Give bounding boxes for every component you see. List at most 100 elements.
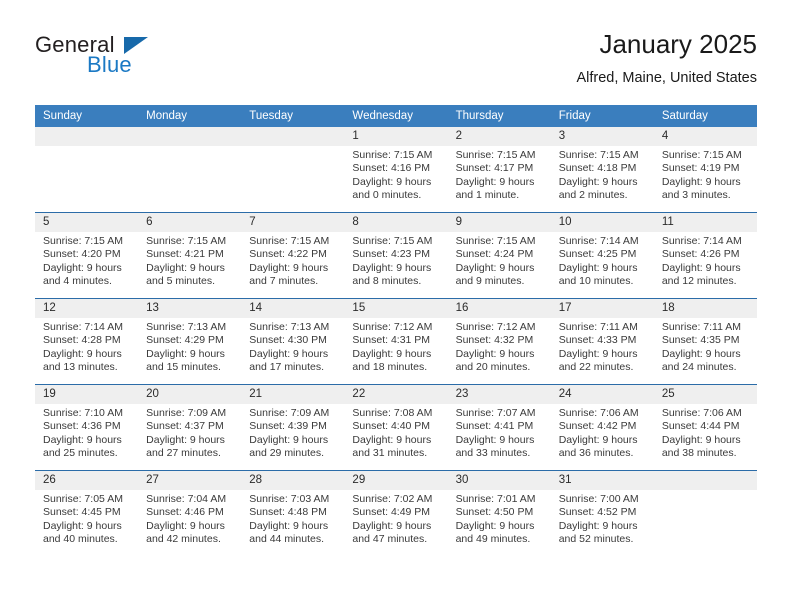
calendar-day-cell[interactable]: 19 Sunrise: 7:10 AM Sunset: 4:36 PM Dayligh… <box>35 384 139 471</box>
sunrise-text: Sunrise: 7:05 AM <box>43 493 123 505</box>
day-details: Sunrise: 7:15 AM Sunset: 4:21 PM Daylight:… <box>138 232 241 289</box>
day-details: Sunrise: 7:15 AM Sunset: 4:18 PM Daylight:… <box>551 146 654 203</box>
calendar-day-cell[interactable]: 25 Sunrise: 7:06 AM Sunset: 4:44 PM Dayligh… <box>653 384 757 471</box>
sunrise-text: Sunrise: 7:15 AM <box>352 149 433 161</box>
sunset-text: Sunset: 4:39 PM <box>249 420 327 433</box>
sunrise-text: Sunrise: 7:02 AM <box>352 493 433 505</box>
day-details: Sunrise: 7:15 AM Sunset: 4:19 PM Daylight:… <box>654 146 757 203</box>
day-number: 31 <box>550 471 654 490</box>
daylight-text: Daylight: 9 hours and 27 minutes. <box>146 433 225 460</box>
sunset-text: Sunset: 4:33 PM <box>558 334 637 347</box>
day-number: 28 <box>241 471 345 490</box>
daylight-text: Daylight: 9 hours and 9 minutes. <box>455 261 535 288</box>
daylight-text: Daylight: 9 hours and 7 minutes. <box>249 261 329 288</box>
calendar-day-cell[interactable]: 2 Sunrise: 7:15 AM Sunset: 4:17 PM Daylight… <box>447 127 551 213</box>
day-number: 17 <box>550 299 654 318</box>
calendar-day-cell[interactable]: 12 Sunrise: 7:14 AM Sunset: 4:28 PM Dayligh… <box>35 298 139 385</box>
calendar-day-cell[interactable]: 24 Sunrise: 7:06 AM Sunset: 4:42 PM Dayligh… <box>550 384 654 471</box>
sunset-text: Sunset: 4:40 PM <box>352 420 431 433</box>
day-number: 8 <box>344 213 448 232</box>
sunset-text: Sunset: 4:52 PM <box>558 506 637 519</box>
sunrise-text: Sunrise: 7:07 AM <box>455 407 536 419</box>
calendar-day-cell[interactable]: 27 Sunrise: 7:04 AM Sunset: 4:46 PM Dayligh… <box>138 470 242 556</box>
day-details: Sunrise: 7:15 AM Sunset: 4:20 PM Daylight:… <box>35 232 138 289</box>
sunset-text: Sunset: 4:32 PM <box>455 334 534 347</box>
day-cell-inner: 5 Sunrise: 7:15 AM Sunset: 4:20 PM Daylight… <box>35 213 139 298</box>
sunset-text: Sunset: 4:18 PM <box>558 162 637 175</box>
sunset-text: Sunset: 4:42 PM <box>558 420 637 433</box>
day-cell-inner: 1 Sunrise: 7:15 AM Sunset: 4:16 PM Daylight… <box>344 127 448 212</box>
calendar-day-cell[interactable]: 9 Sunrise: 7:15 AM Sunset: 4:24 PM Daylight… <box>447 212 551 299</box>
calendar-day-cell[interactable]: 18 Sunrise: 7:11 AM Sunset: 4:35 PM Dayligh… <box>653 298 757 385</box>
day-number: 27 <box>138 471 242 490</box>
general-blue-logo: General Blue <box>35 32 165 80</box>
sunset-text: Sunset: 4:45 PM <box>43 506 121 519</box>
day-number: 11 <box>653 213 757 232</box>
calendar-day-cell[interactable]: 14 Sunrise: 7:13 AM Sunset: 4:30 PM Dayligh… <box>241 298 345 385</box>
sunset-text: Sunset: 4:28 PM <box>43 334 121 347</box>
calendar-day-cell[interactable]: 28 Sunrise: 7:03 AM Sunset: 4:48 PM Dayligh… <box>241 470 345 556</box>
day-cell-inner: 21 Sunrise: 7:09 AM Sunset: 4:39 PM Dayligh… <box>241 385 345 470</box>
sunrise-text: Sunrise: 7:12 AM <box>455 321 536 333</box>
calendar-week-row: 26 Sunrise: 7:05 AM Sunset: 4:45 PM Dayligh… <box>35 470 757 556</box>
sunrise-text: Sunrise: 7:15 AM <box>455 235 536 247</box>
day-cell-inner: 24 Sunrise: 7:06 AM Sunset: 4:42 PM Dayligh… <box>550 385 654 470</box>
sunset-text: Sunset: 4:29 PM <box>146 334 224 347</box>
day-details: Sunrise: 7:03 AM Sunset: 4:48 PM Daylight:… <box>241 490 344 547</box>
calendar-day-cell[interactable]: 30 Sunrise: 7:01 AM Sunset: 4:50 PM Dayligh… <box>447 470 551 556</box>
calendar-day-cell[interactable]: 6 Sunrise: 7:15 AM Sunset: 4:21 PM Daylight… <box>138 212 242 299</box>
calendar-day-cell[interactable]: 23 Sunrise: 7:07 AM Sunset: 4:41 PM Dayligh… <box>447 384 551 471</box>
calendar-day-cell[interactable]: 20 Sunrise: 7:09 AM Sunset: 4:37 PM Dayligh… <box>138 384 242 471</box>
day-number: 14 <box>241 299 345 318</box>
sunset-text: Sunset: 4:30 PM <box>249 334 327 347</box>
calendar-day-cell[interactable]: 22 Sunrise: 7:08 AM Sunset: 4:40 PM Dayligh… <box>344 384 448 471</box>
calendar-day-cell[interactable]: 11 Sunrise: 7:14 AM Sunset: 4:26 PM Dayligh… <box>653 212 757 299</box>
calendar-day-cell[interactable]: 7 Sunrise: 7:15 AM Sunset: 4:22 PM Daylight… <box>241 212 345 299</box>
calendar-day-cell[interactable]: 29 Sunrise: 7:02 AM Sunset: 4:49 PM Dayligh… <box>344 470 448 556</box>
calendar-day-cell[interactable]: 4 Sunrise: 7:15 AM Sunset: 4:19 PM Daylight… <box>653 127 757 213</box>
calendar-day-cell[interactable]: 31 Sunrise: 7:00 AM Sunset: 4:52 PM Dayligh… <box>550 470 654 556</box>
sunset-text: Sunset: 4:49 PM <box>352 506 431 519</box>
day-details: Sunrise: 7:08 AM Sunset: 4:40 PM Daylight:… <box>344 404 447 461</box>
daylight-text: Daylight: 9 hours and 47 minutes. <box>352 519 432 546</box>
day-number: 19 <box>35 385 139 404</box>
day-number: 16 <box>447 299 551 318</box>
day-cell-inner: 23 Sunrise: 7:07 AM Sunset: 4:41 PM Dayligh… <box>447 385 551 470</box>
daylight-text: Daylight: 9 hours and 10 minutes. <box>558 261 638 288</box>
daylight-text: Daylight: 9 hours and 5 minutes. <box>146 261 225 288</box>
daylight-text: Daylight: 9 hours and 29 minutes. <box>249 433 329 460</box>
calendar-day-cell[interactable]: 13 Sunrise: 7:13 AM Sunset: 4:29 PM Dayligh… <box>138 298 242 385</box>
daylight-text: Daylight: 9 hours and 44 minutes. <box>249 519 329 546</box>
day-cell-inner: 9 Sunrise: 7:15 AM Sunset: 4:24 PM Daylight… <box>447 213 551 298</box>
weekday-header-monday: Monday <box>138 105 242 127</box>
calendar-day-cell[interactable]: 3 Sunrise: 7:15 AM Sunset: 4:18 PM Daylight… <box>550 127 654 213</box>
day-details: Sunrise: 7:14 AM Sunset: 4:28 PM Daylight:… <box>35 318 138 375</box>
daylight-text: Daylight: 9 hours and 20 minutes. <box>455 347 535 374</box>
day-cell-inner: 6 Sunrise: 7:15 AM Sunset: 4:21 PM Daylight… <box>138 213 242 298</box>
day-details: Sunrise: 7:15 AM Sunset: 4:22 PM Daylight:… <box>241 232 344 289</box>
day-details: Sunrise: 7:11 AM Sunset: 4:33 PM Daylight:… <box>551 318 654 375</box>
sunset-text: Sunset: 4:22 PM <box>249 248 327 261</box>
sunrise-text: Sunrise: 7:15 AM <box>43 235 123 247</box>
calendar-day-cell[interactable]: 26 Sunrise: 7:05 AM Sunset: 4:45 PM Dayligh… <box>35 470 139 556</box>
calendar-day-cell[interactable]: 15 Sunrise: 7:12 AM Sunset: 4:31 PM Dayligh… <box>344 298 448 385</box>
calendar-day-cell[interactable]: 21 Sunrise: 7:09 AM Sunset: 4:39 PM Dayligh… <box>241 384 345 471</box>
day-number: 4 <box>653 127 757 146</box>
calendar-day-cell[interactable]: 17 Sunrise: 7:11 AM Sunset: 4:33 PM Dayligh… <box>550 298 654 385</box>
calendar-week-row: 12 Sunrise: 7:14 AM Sunset: 4:28 PM Dayligh… <box>35 298 757 385</box>
day-cell-inner: 3 Sunrise: 7:15 AM Sunset: 4:18 PM Daylight… <box>550 127 654 212</box>
day-number: 12 <box>35 299 139 318</box>
day-cell-inner: 4 Sunrise: 7:15 AM Sunset: 4:19 PM Daylight… <box>653 127 757 212</box>
sunrise-text: Sunrise: 7:13 AM <box>249 321 330 333</box>
daylight-text: Daylight: 9 hours and 0 minutes. <box>352 175 432 202</box>
calendar-day-cell[interactable]: 1 Sunrise: 7:15 AM Sunset: 4:16 PM Daylight… <box>344 127 448 213</box>
calendar-day-cell[interactable]: 16 Sunrise: 7:12 AM Sunset: 4:32 PM Dayligh… <box>447 298 551 385</box>
day-cell-inner: 29 Sunrise: 7:02 AM Sunset: 4:49 PM Dayligh… <box>344 471 448 556</box>
day-details: Sunrise: 7:13 AM Sunset: 4:29 PM Daylight:… <box>138 318 241 375</box>
calendar-day-cell[interactable]: 5 Sunrise: 7:15 AM Sunset: 4:20 PM Daylight… <box>35 212 139 299</box>
calendar-day-cell[interactable]: 10 Sunrise: 7:14 AM Sunset: 4:25 PM Dayligh… <box>550 212 654 299</box>
day-details: Sunrise: 7:13 AM Sunset: 4:30 PM Daylight:… <box>241 318 344 375</box>
day-details: Sunrise: 7:10 AM Sunset: 4:36 PM Daylight:… <box>35 404 138 461</box>
calendar-day-cell[interactable]: 8 Sunrise: 7:15 AM Sunset: 4:23 PM Daylight… <box>344 212 448 299</box>
daylight-text: Daylight: 9 hours and 1 minute. <box>455 175 535 202</box>
